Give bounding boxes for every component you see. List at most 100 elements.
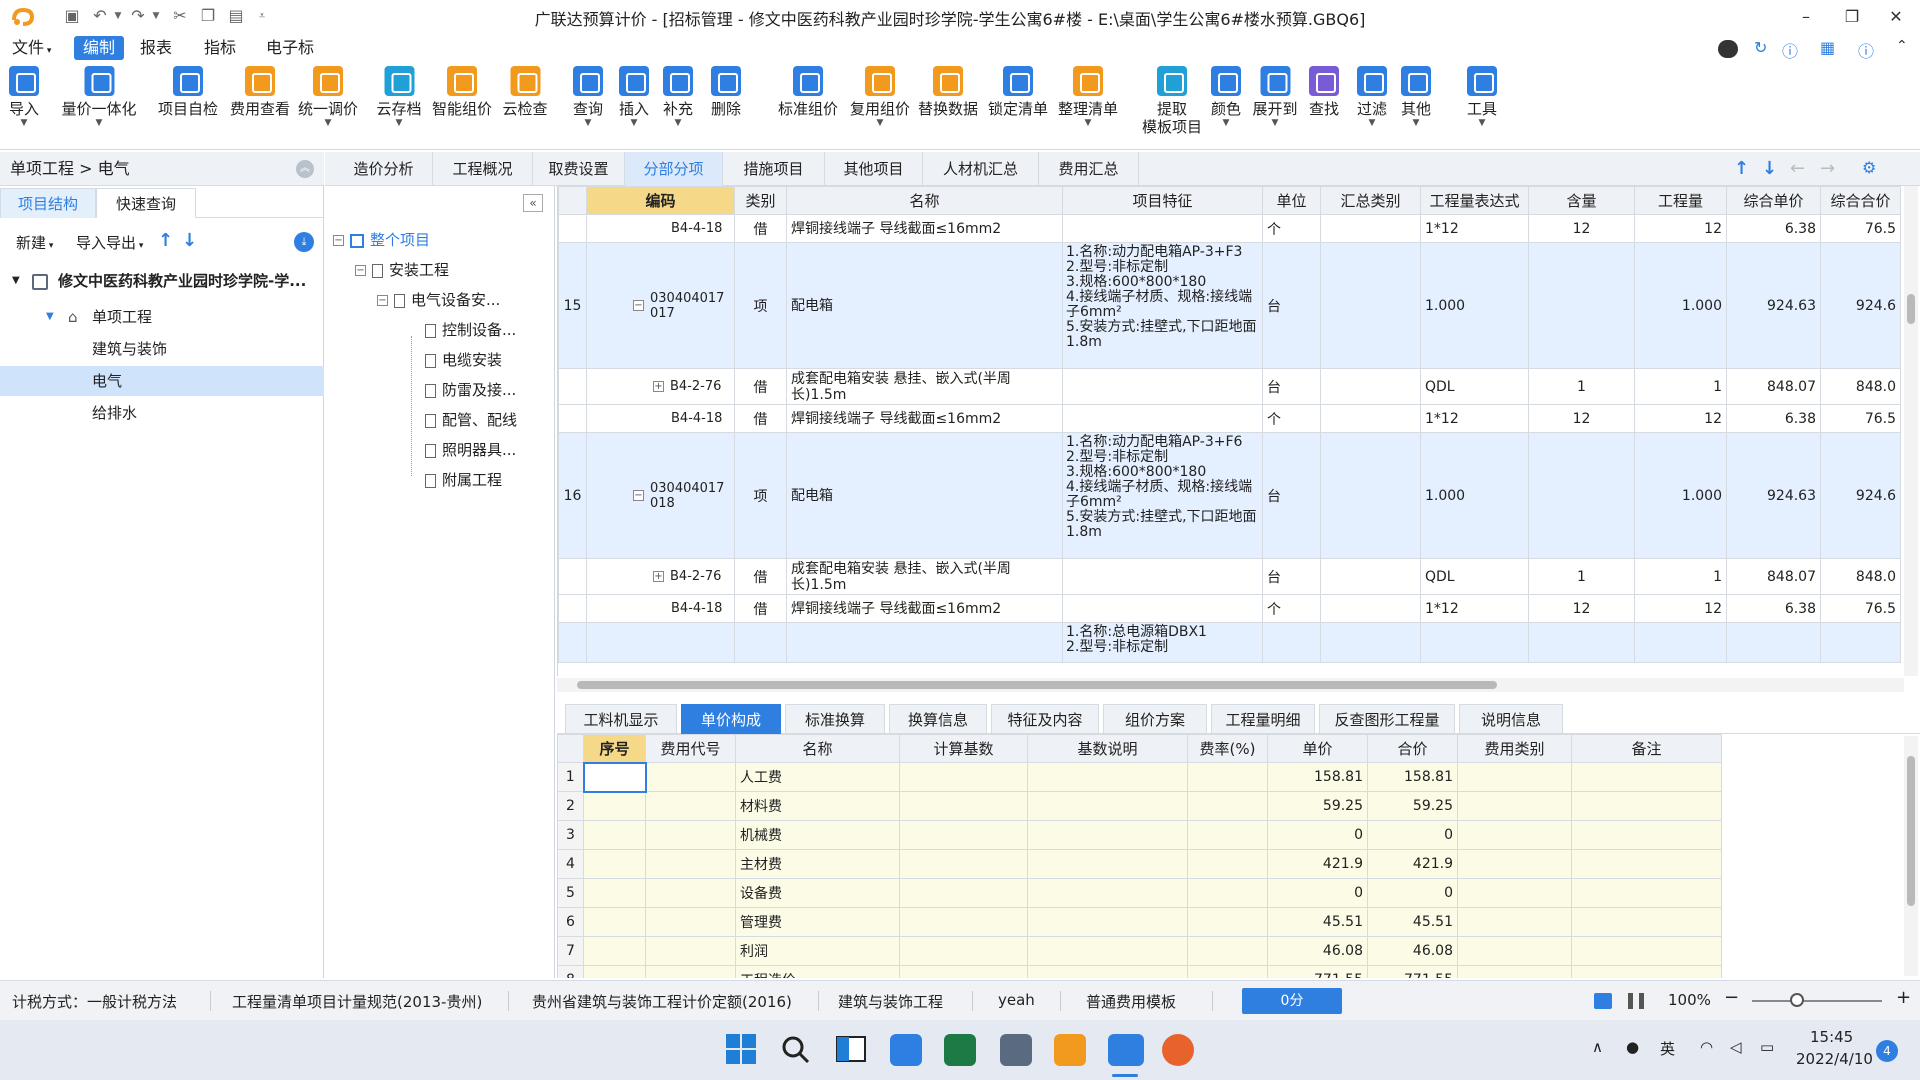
notification-badge[interactable]: 4 [1876, 1040, 1898, 1062]
detail-cell[interactable]: 管理费 [735, 907, 900, 937]
detail-cell[interactable]: 利润 [735, 936, 900, 966]
detail-cell[interactable] [1187, 936, 1268, 966]
table-cell[interactable] [1320, 368, 1421, 405]
grid-header[interactable]: 汇总类别 [1320, 186, 1421, 215]
apps-icon[interactable]: ▦ [1820, 38, 1835, 57]
table-row[interactable]: B4-4-18 借焊铜接线端子 导线截面≤16mm2 个 1*12 12 12 6.38 76… [558, 404, 1901, 433]
detail-row[interactable]: 4 主材费 421.9 421.9 [557, 849, 1722, 879]
detail-cell[interactable]: 5 [557, 878, 584, 908]
detail-header[interactable]: 序号 [583, 734, 646, 763]
detail-row[interactable]: 1 人工费 158.81 158.81 [557, 761, 1722, 793]
table-row[interactable]: B4-4-18 借焊铜接线端子 导线截面≤16mm2 个 1*12 12 12 6.38 76… [558, 214, 1901, 243]
grid-vscrollbar[interactable] [1904, 186, 1918, 676]
ribbon-button-16[interactable]: 整理清单 ▼ [1058, 66, 1118, 128]
cut-icon[interactable]: ✂ [170, 6, 190, 26]
refresh-icon[interactable]: ↻ [1754, 38, 1767, 57]
tree-leaf-cable[interactable]: 电缆安装 [425, 348, 502, 372]
menu-report[interactable]: 报表 [132, 36, 180, 60]
table-cell[interactable] [786, 622, 1063, 663]
table-cell[interactable]: 1.000 [1420, 432, 1529, 559]
table-cell[interactable] [1062, 594, 1263, 623]
glodon-taskbar-icon[interactable] [1054, 1034, 1086, 1066]
tree-item-building[interactable]: 建筑与装饰 [0, 334, 324, 364]
detail-cell[interactable] [645, 936, 736, 966]
score-button[interactable]: 0分 [1242, 988, 1342, 1014]
redo-icon[interactable]: ↷ [128, 6, 148, 26]
table-cell[interactable]: 个 [1262, 404, 1321, 433]
detail-cell[interactable] [1457, 965, 1572, 978]
detail-cell[interactable] [583, 820, 646, 850]
tab-4[interactable]: 措施项目 [723, 152, 825, 186]
table-cell[interactable]: 焊铜接线端子 导线截面≤16mm2 [786, 404, 1063, 433]
detail-cell[interactable] [1187, 762, 1268, 792]
ribbon-button-0[interactable]: 导入 ▼ [8, 66, 39, 128]
budget-taskbar-icon[interactable] [1108, 1034, 1144, 1066]
detail-cell[interactable] [1187, 849, 1268, 879]
collapse-ribbon-icon[interactable]: ⌃ [1896, 38, 1908, 54]
table-cell[interactable]: B4-4-18 [586, 214, 735, 243]
detail-cell[interactable] [1457, 762, 1572, 792]
tree-leaf-lighting[interactable]: 照明器具... [425, 438, 516, 462]
undo-dropdown-icon[interactable]: ▼ [108, 6, 128, 26]
table-cell[interactable] [1320, 242, 1421, 369]
detail-cell[interactable] [645, 965, 736, 978]
table-cell[interactable] [586, 622, 735, 663]
table-cell[interactable]: 6.38 [1726, 214, 1821, 243]
table-cell[interactable]: 1*12 [1420, 594, 1529, 623]
tab-7[interactable]: 费用汇总 [1039, 152, 1139, 186]
table-cell[interactable]: 个 [1262, 214, 1321, 243]
collapse-tree-icon[interactable]: « [523, 194, 543, 212]
table-cell[interactable]: 848.0 [1820, 558, 1901, 595]
table-cell[interactable]: 924.63 [1726, 432, 1821, 559]
ribbon-button-7[interactable]: 云检查 [502, 66, 548, 118]
table-cell[interactable] [558, 558, 587, 595]
table-cell[interactable] [558, 368, 587, 405]
table-cell[interactable] [1062, 558, 1263, 595]
detail-cell[interactable] [583, 791, 646, 821]
detail-cell[interactable] [645, 762, 736, 792]
tab-project-structure[interactable]: 项目结构 [0, 188, 96, 218]
grid-header[interactable]: 综合单价 [1726, 186, 1821, 215]
ribbon-button-6[interactable]: 智能组价 [432, 66, 492, 118]
grid-left-icon[interactable]: ← [1790, 158, 1805, 179]
detail-row[interactable]: 3 机械费 0 0 [557, 820, 1722, 850]
table-cell[interactable] [1262, 622, 1321, 663]
detail-cell[interactable] [1457, 791, 1572, 821]
table-cell[interactable]: −030404017018 [586, 432, 735, 559]
ribbon-button-22[interactable]: 其他 ▼ [1400, 66, 1431, 128]
detail-cell[interactable] [645, 878, 736, 908]
detail-cell[interactable] [1027, 762, 1188, 792]
cad-taskbar-icon[interactable] [1000, 1034, 1032, 1066]
detail-header[interactable]: 名称 [735, 734, 900, 763]
ribbon-button-15[interactable]: 锁定清单 [988, 66, 1048, 118]
grid-header[interactable]: 综合合价 [1820, 186, 1901, 215]
detail-cell[interactable] [582, 761, 647, 793]
tree-leaf-piping-wiring[interactable]: 配管、配线 [425, 408, 517, 432]
detail-cell[interactable]: 158.81 [1267, 762, 1368, 792]
ribbon-button-10[interactable]: 补充 ▼ [662, 66, 693, 128]
table-cell[interactable]: 924.63 [1726, 242, 1821, 369]
table-cell[interactable] [558, 622, 587, 663]
expand-row-icon[interactable]: + [653, 571, 664, 582]
detail-tab-5[interactable]: 组价方案 [1103, 704, 1207, 734]
excel-taskbar-icon[interactable] [944, 1034, 976, 1066]
detail-cell[interactable]: 0 [1267, 878, 1368, 908]
table-cell[interactable]: 16 [558, 432, 587, 559]
redo-dropdown-icon[interactable]: ▼ [146, 6, 166, 26]
detail-cell[interactable]: 45.51 [1267, 907, 1368, 937]
tab-2[interactable]: 取费设置 [533, 152, 625, 186]
table-row[interactable]: 15−030404017017 项配电箱 1.名称:动力配电箱AP-3+F3 2.型号… [558, 242, 1901, 369]
table-cell[interactable]: + B4-2-76 [586, 368, 735, 405]
detail-tab-2[interactable]: 标准换算 [785, 704, 885, 734]
table-cell[interactable]: 借 [734, 214, 787, 243]
tab-5[interactable]: 其他项目 [825, 152, 923, 186]
table-row[interactable]: + B4-2-76 借成套配电箱安装 悬挂、嵌入式(半周长)1.5m 台 QDL 1 1 84… [558, 368, 1901, 405]
detail-cell[interactable]: 771.55 [1267, 965, 1368, 978]
detail-cell[interactable] [583, 965, 646, 978]
table-cell[interactable]: 15 [558, 242, 587, 369]
tab-6[interactable]: 人材机汇总 [923, 152, 1039, 186]
detail-cell[interactable] [899, 791, 1028, 821]
paste-icon[interactable]: ▤ [226, 6, 246, 26]
detail-cell[interactable] [1571, 762, 1722, 792]
detail-cell[interactable] [1027, 936, 1188, 966]
